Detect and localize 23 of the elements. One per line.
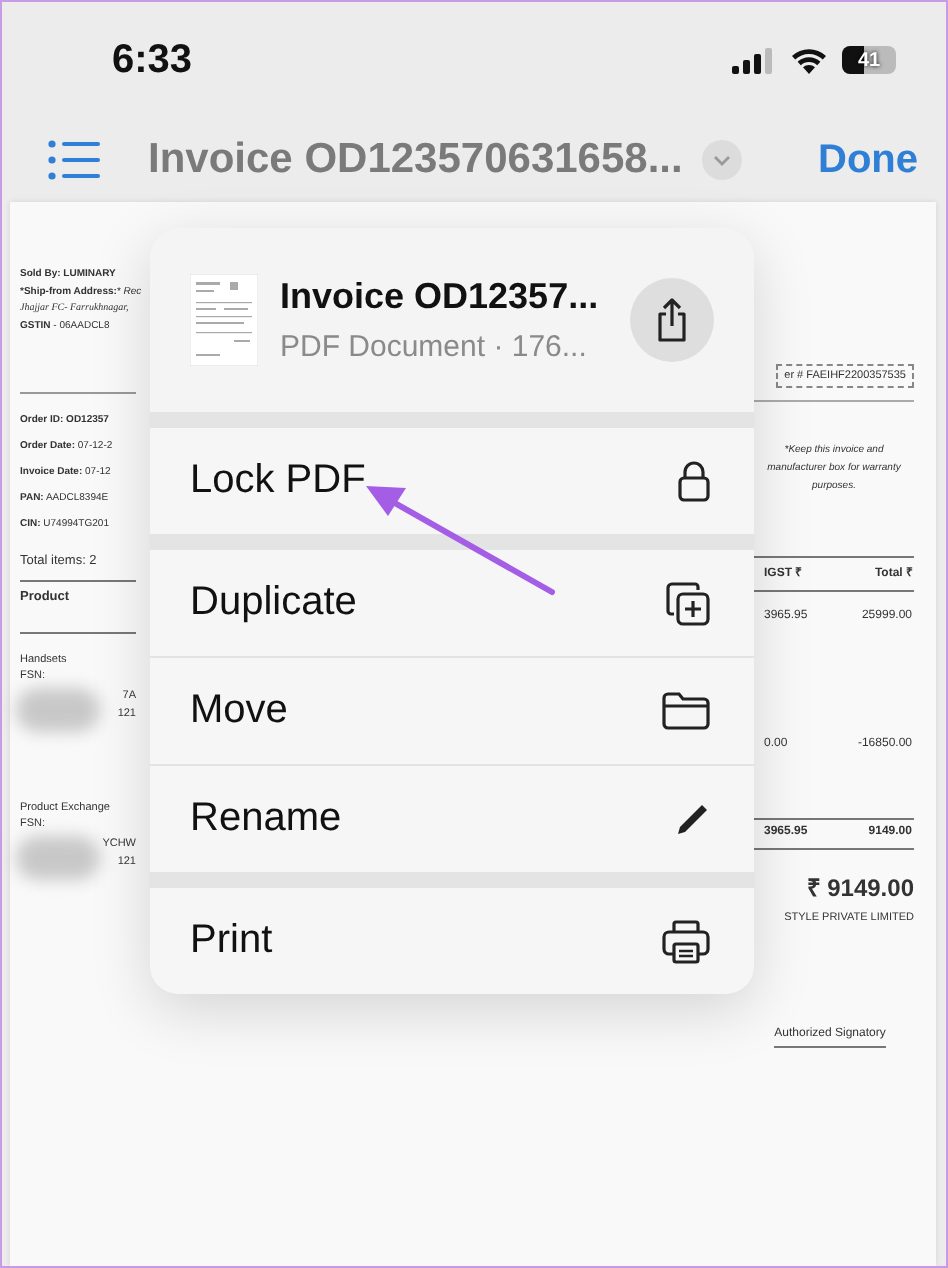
pencil-icon — [674, 801, 710, 837]
lock-icon — [678, 460, 710, 502]
menu-item[interactable]: Print — [150, 888, 754, 994]
share-button[interactable] — [630, 278, 714, 362]
file-name: Invoice OD12357... — [280, 276, 601, 318]
chevron-down-icon[interactable] — [702, 140, 743, 180]
grand-total: ₹ 9149.00 — [806, 872, 914, 904]
share-icon — [654, 298, 690, 342]
printer-icon — [662, 919, 710, 963]
document-thumbnail — [190, 274, 258, 366]
file-info: PDF Document · 176... — [280, 330, 589, 364]
document-title[interactable]: Invoice OD123570631658... — [148, 136, 683, 184]
folder-icon — [662, 692, 710, 730]
blur-patch — [16, 688, 100, 732]
menu-item[interactable]: Duplicate — [150, 550, 754, 656]
blur-patch — [16, 836, 100, 880]
signal-icon — [732, 47, 776, 73]
list-icon[interactable] — [48, 140, 100, 180]
duplicate-icon — [666, 581, 710, 625]
wifi-icon — [790, 46, 828, 74]
menu-item[interactable]: Lock PDF — [150, 428, 754, 534]
status-time: 6:33 — [112, 37, 193, 83]
menu-item[interactable]: Move — [150, 656, 754, 764]
